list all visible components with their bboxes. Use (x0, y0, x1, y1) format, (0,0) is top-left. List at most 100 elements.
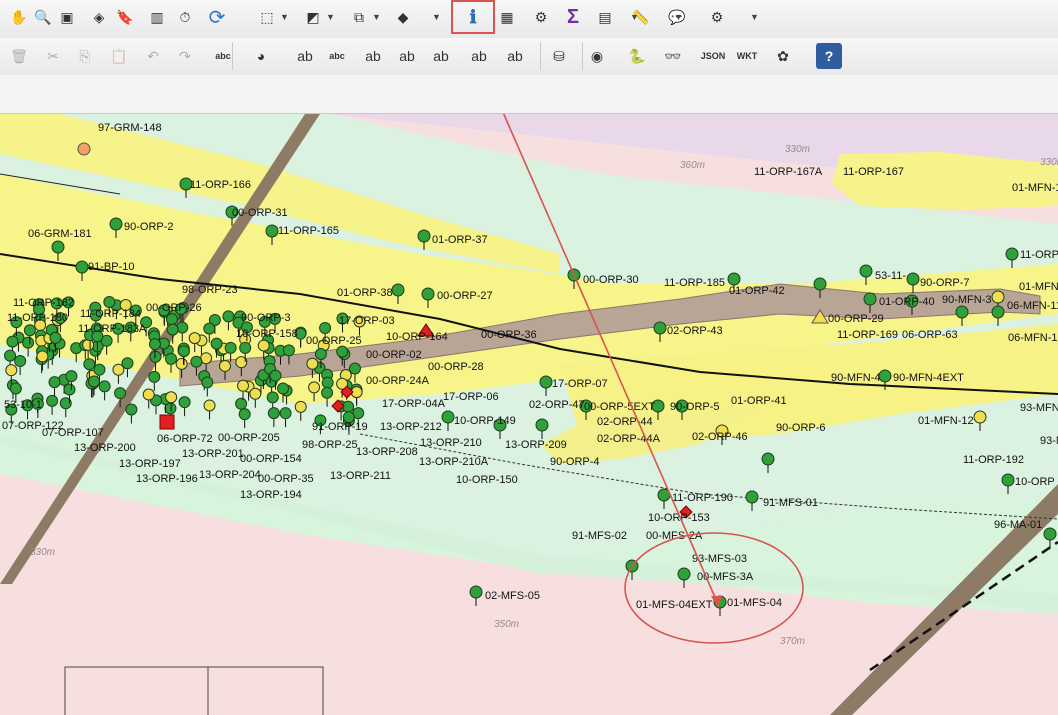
drillhole-point[interactable] (166, 323, 179, 336)
drillhole-point[interactable] (991, 305, 1005, 319)
drillhole-point[interactable] (125, 403, 138, 416)
square-symbol[interactable] (159, 414, 175, 430)
drillhole-point[interactable] (745, 490, 759, 504)
change-label-icon[interactable]: ab (466, 43, 492, 69)
drillhole-point[interactable] (112, 363, 125, 376)
drillhole-point[interactable] (391, 283, 405, 297)
drillhole-point[interactable] (249, 387, 262, 400)
drillhole-point[interactable] (342, 400, 355, 413)
drillhole-point[interactable] (761, 452, 775, 466)
drillhole-point[interactable] (1001, 473, 1015, 487)
binoculars-icon[interactable]: 👓 (660, 43, 686, 69)
dropdown-caret-icon[interactable]: ▼ (326, 12, 335, 22)
drillhole-point[interactable] (63, 383, 76, 396)
drillhole-point[interactable] (677, 567, 691, 581)
field-calculator-icon[interactable]: ⚙ (528, 4, 554, 30)
paste-features-icon[interactable]: 📋 (106, 43, 132, 69)
dropdown-caret-icon[interactable]: ▼ (630, 12, 639, 22)
drillhole-point[interactable] (269, 369, 282, 382)
drillhole-point[interactable] (294, 400, 307, 413)
drillhole-point[interactable] (165, 391, 178, 404)
drillhole-point[interactable] (165, 313, 178, 326)
database-icon[interactable]: ⛁ (546, 43, 572, 69)
drillhole-point[interactable] (149, 350, 162, 363)
drillhole-point[interactable] (75, 260, 89, 274)
diagram-toolbar-icon[interactable]: ◕ (248, 43, 274, 69)
identify-features-icon[interactable]: ℹ (460, 4, 486, 30)
zoom-layer-icon[interactable]: ◈ (86, 4, 112, 30)
cut-features-icon[interactable]: ✂ (40, 43, 66, 69)
json-icon[interactable]: JSON (700, 43, 726, 69)
drillhole-point[interactable] (417, 229, 431, 243)
drillhole-point[interactable] (306, 357, 319, 370)
drillhole-point[interactable] (4, 349, 17, 362)
drillhole-point[interactable] (148, 338, 161, 351)
drillhole-point[interactable] (314, 347, 327, 360)
settings-gear-icon[interactable]: ⚙ (704, 4, 730, 30)
attribute-table-icon[interactable]: ▦ (494, 4, 520, 30)
select-by-value-icon[interactable]: ◩ (300, 4, 326, 30)
drillhole-point[interactable] (955, 305, 969, 319)
drillhole-point[interactable] (235, 397, 248, 410)
drillhole-point[interactable] (77, 142, 91, 156)
drillhole-point[interactable] (48, 376, 61, 389)
drillhole-point[interactable] (222, 310, 235, 323)
drillhole-point[interactable] (103, 296, 116, 309)
wkt-icon[interactable]: WKT (734, 43, 760, 69)
drillhole-point[interactable] (863, 292, 877, 306)
drillhole-point[interactable] (653, 321, 667, 335)
drillhole-point[interactable] (469, 585, 483, 599)
drillhole-point[interactable] (218, 359, 231, 372)
drillhole-point[interactable] (859, 264, 873, 278)
pan-map-icon[interactable]: ✋ (6, 4, 32, 30)
drillhole-point[interactable] (23, 324, 36, 337)
spy-globe-icon[interactable]: ◉ (584, 43, 610, 69)
statistics-sigma-icon[interactable]: Σ (560, 4, 586, 30)
dropdown-caret-icon[interactable]: ▼ (372, 12, 381, 22)
drillhole-point[interactable] (265, 224, 279, 238)
drillhole-point[interactable] (6, 335, 19, 348)
drillhole-point[interactable] (98, 380, 111, 393)
drillhole-point[interactable] (175, 357, 188, 370)
drillhole-point[interactable] (321, 376, 334, 389)
map-canvas[interactable]: 97-GRM-148 11-ORP-166 00-ORP-31 90-ORP-2 11-… (0, 114, 1058, 715)
python-console-icon[interactable]: 🐍 (624, 43, 650, 69)
drillhole-point[interactable] (991, 290, 1005, 304)
drillhole-point[interactable] (224, 341, 237, 354)
temporal-clock-icon[interactable]: ⏱ (172, 4, 198, 30)
drillhole-point[interactable] (83, 358, 96, 371)
drillhole-point[interactable] (266, 391, 279, 404)
drillhole-point[interactable] (177, 345, 190, 358)
deselect-icon[interactable]: ⧉ (346, 4, 372, 30)
drillhole-point[interactable] (9, 382, 22, 395)
drillhole-point[interactable] (114, 387, 127, 400)
drillhole-point[interactable] (65, 370, 78, 383)
drillhole-point[interactable] (148, 370, 161, 383)
bookmark-new-icon[interactable]: 🔖 (112, 4, 138, 30)
dropdown-caret-icon[interactable]: ▼ (280, 12, 289, 22)
drillhole-point[interactable] (1005, 247, 1019, 261)
drillhole-point[interactable] (203, 399, 216, 412)
drillhole-point[interactable] (36, 350, 49, 363)
rotate-label-icon[interactable]: ab (428, 43, 454, 69)
drillhole-point[interactable] (88, 375, 101, 388)
drillhole-point[interactable] (178, 396, 191, 409)
pin-labels-icon[interactable]: ab (292, 43, 318, 69)
drillhole-point[interactable] (22, 336, 35, 349)
help-icon[interactable]: ? (816, 43, 842, 69)
daisy-plugin-icon[interactable]: ✿ (770, 43, 796, 69)
drillhole-point[interactable] (535, 418, 549, 432)
drillhole-point[interactable] (321, 386, 334, 399)
drillhole-point[interactable] (238, 408, 251, 421)
drillhole-point[interactable] (727, 272, 741, 286)
drillhole-point[interactable] (1043, 527, 1057, 541)
drillhole-point[interactable] (257, 339, 270, 352)
bookmarks-icon[interactable]: ▥ (144, 4, 170, 30)
delete-selected-icon[interactable]: 🗑 (6, 43, 32, 69)
drillhole-point[interactable] (51, 240, 65, 254)
show-hide-labels-icon[interactable]: ab (394, 43, 420, 69)
drillhole-point[interactable] (539, 375, 553, 389)
attribute-form-icon[interactable]: ▤ (592, 4, 618, 30)
move-label-icon[interactable]: ab (360, 43, 386, 69)
zoom-out-icon[interactable]: 🔍 (30, 4, 56, 30)
